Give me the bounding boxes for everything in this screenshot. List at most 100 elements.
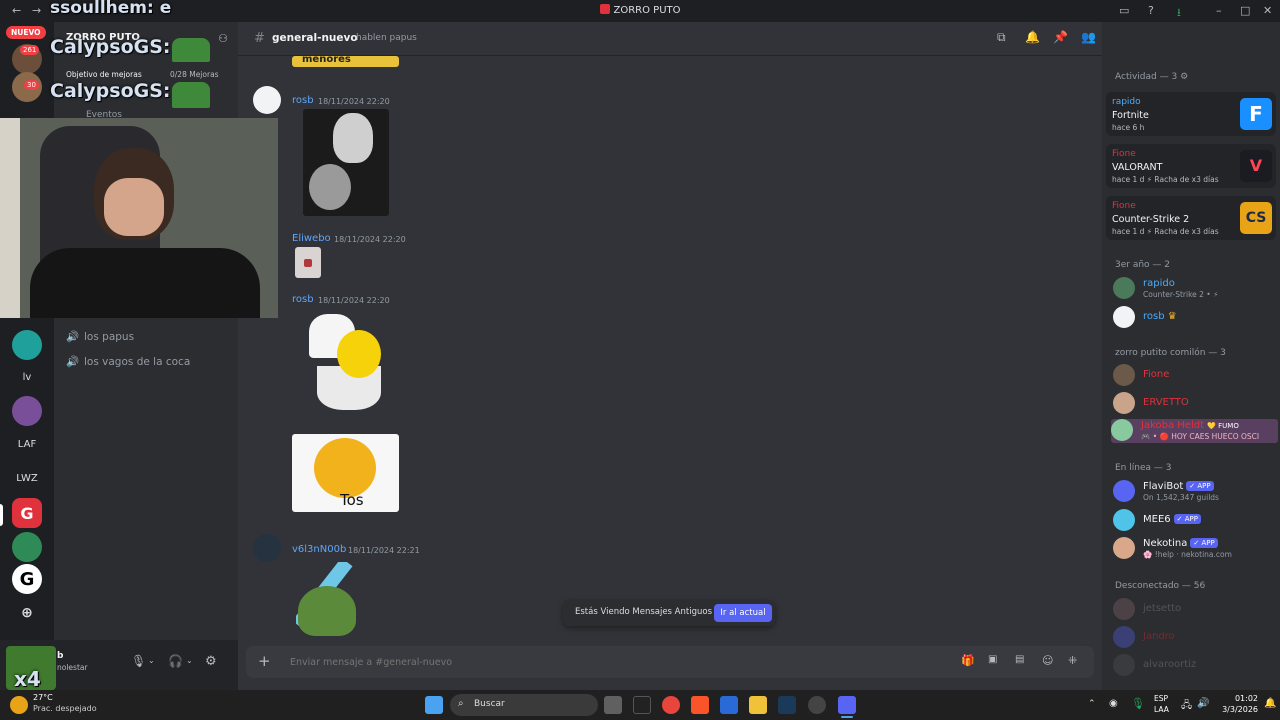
obs-icon[interactable] (808, 696, 826, 714)
attach-plus-icon[interactable]: + (258, 652, 271, 670)
channel-topic[interactable]: hablen papus (356, 33, 417, 43)
member-fione[interactable]: Fione (1113, 364, 1278, 388)
member-offline[interactable]: alvaroortiz (1113, 654, 1278, 678)
sticker-icon[interactable]: ▤ (1015, 654, 1024, 665)
member-nekotina[interactable]: Nekotina ✓ APP 🌸 !help · nekotina.com (1113, 537, 1278, 561)
attachment-pepe-sword[interactable] (296, 562, 396, 642)
language-code[interactable]: ESP (1154, 694, 1168, 703)
epic-games-icon[interactable] (633, 696, 651, 714)
gif-icon[interactable]: ▣ (988, 654, 997, 665)
minimize-icon[interactable]: – (1216, 4, 1222, 17)
role-header-online: En línea — 3 (1115, 463, 1172, 473)
clock-time[interactable]: 01:02 (1222, 694, 1258, 703)
add-member-icon[interactable]: ⚇ (218, 32, 228, 45)
language-layout[interactable]: LAA (1154, 705, 1169, 714)
maximize-icon[interactable]: □ (1240, 4, 1250, 17)
jump-to-present-button[interactable]: Ir al actual (714, 604, 772, 622)
emoji-icon[interactable]: ☺ (1042, 654, 1053, 667)
tray-discord-icon[interactable]: ◉ (1109, 698, 1118, 709)
member-name: jetsetto (1143, 603, 1182, 614)
chevron-down-icon[interactable]: ⌄ (186, 656, 193, 665)
volume-icon[interactable]: 🔊 (1197, 698, 1209, 709)
server-icon-lwz[interactable]: LWZ (12, 463, 42, 493)
activity-card[interactable]: Fione VALORANT hace 1 d ⚡ Racha de x3 dí… (1106, 144, 1276, 188)
gift-icon[interactable]: 🎁 (961, 654, 975, 667)
avatar (1113, 480, 1135, 502)
windows-start-icon[interactable] (425, 696, 443, 714)
message-timestamp: 18/11/2024 22:20 (334, 235, 406, 244)
server-icon-zorro-puto[interactable]: G (12, 498, 42, 528)
member-name: Jandro (1143, 631, 1175, 642)
sticker-toilet-pikachu[interactable] (303, 308, 389, 414)
server-icon-lv[interactable]: lv (12, 362, 42, 392)
message-author[interactable]: rosb (292, 294, 314, 305)
message-avatar[interactable] (253, 86, 281, 114)
pepe-emote-icon (172, 82, 210, 108)
activity-user: rapido (1112, 97, 1141, 107)
message-avatar[interactable] (253, 534, 281, 562)
sticker-emoji-tos[interactable]: Tos (292, 434, 399, 512)
close-icon[interactable]: ✕ (1263, 4, 1272, 17)
valorant-icon: V (1240, 150, 1272, 182)
download-icon[interactable]: ⭳ (1177, 4, 1181, 23)
member-list-icon[interactable]: 👥 (1081, 30, 1096, 44)
member-flavibot[interactable]: FlaviBot ✓ APP On 1,542,347 guilds (1113, 480, 1278, 504)
chrome-icon[interactable] (662, 696, 680, 714)
member-offline[interactable]: Jandro (1113, 626, 1278, 650)
member-rosb[interactable]: rosb ♛ (1113, 306, 1278, 330)
tray-chevron-up-icon[interactable]: ⌃ (1088, 699, 1096, 709)
member-jakoba[interactable]: Jakoba Heldt 💛 FUMO 🎮 • 🔴 HOY CAES HUECO… (1111, 419, 1278, 443)
weather-icon[interactable] (10, 696, 28, 714)
member-name: ERVETTO (1143, 397, 1189, 408)
message-input[interactable] (290, 652, 930, 672)
gear-icon[interactable]: ⚙ (1180, 72, 1188, 82)
fortnite-icon: F (1240, 98, 1272, 130)
settings-gear-icon[interactable]: ⚙ (205, 654, 217, 669)
server-icon-g[interactable]: G (12, 564, 42, 594)
threads-icon[interactable]: ⧉ (997, 30, 1006, 45)
server-icon-green[interactable] (12, 330, 42, 360)
server-icon-laf[interactable]: LAF (12, 429, 42, 459)
file-explorer-icon[interactable] (749, 696, 767, 714)
inbox-icon[interactable]: ▭ (1119, 4, 1129, 17)
attachment-image[interactable] (303, 109, 389, 216)
avatar (1111, 419, 1133, 441)
boost-goal-label[interactable]: Objetivo de mejoras (66, 70, 142, 79)
member-offline[interactable]: jetsetto (1113, 598, 1278, 622)
add-server-icon[interactable]: ⊕ (12, 598, 42, 628)
attachment-image-small[interactable] (295, 247, 321, 278)
chevron-down-icon[interactable]: ⌄ (148, 656, 155, 665)
help-icon[interactable]: ? (1148, 4, 1154, 17)
voice-channel-los-papus[interactable]: 🔊 los papus (66, 330, 134, 343)
network-icon[interactable]: 🖧 (1181, 698, 1192, 715)
member-rapido[interactable]: rapido Counter-Strike 2 • ⚡ (1113, 277, 1278, 301)
server-icon-avatar[interactable] (12, 396, 42, 426)
store-icon[interactable] (720, 696, 738, 714)
notification-bell-icon[interactable]: 🔔 (1025, 30, 1040, 44)
message-author[interactable]: Eliwebo (292, 233, 331, 244)
pin-icon[interactable]: 📌 (1053, 30, 1068, 44)
taskbar-search[interactable]: ⌕ Buscar (450, 694, 598, 716)
voice-channel-los-vagos[interactable]: 🔊 los vagos de la coca (66, 355, 190, 368)
weather-temp[interactable]: 27°C (33, 693, 53, 702)
headphones-icon[interactable]: 🎧 (168, 654, 183, 668)
microphone-icon[interactable]: 🎙 (131, 654, 146, 668)
clock-date[interactable]: 3/3/2026 (1212, 705, 1258, 714)
member-mee6[interactable]: MEE6 ✓ APP (1113, 509, 1278, 533)
server-icon-android[interactable] (12, 532, 42, 562)
message-author[interactable]: rosb (292, 95, 314, 106)
task-view-icon[interactable] (604, 696, 622, 714)
steam-icon[interactable] (778, 696, 796, 714)
weather-desc[interactable]: Prac. despejado (33, 704, 97, 713)
boost-goal-progress: 0/28 Mejoras (170, 70, 219, 79)
activity-card[interactable]: Fione Counter-Strike 2 hace 1 d ⚡ Racha … (1106, 196, 1276, 240)
discord-taskbar-icon[interactable] (838, 696, 856, 714)
tray-mic-icon[interactable]: 🎙 (1131, 697, 1145, 710)
notifications-icon[interactable]: 🔔 (1264, 698, 1276, 709)
attachment-image-top[interactable]: menores (292, 56, 399, 67)
member-ervetto[interactable]: ERVETTO (1113, 392, 1278, 416)
apps-icon[interactable]: ⁜ (1068, 654, 1077, 667)
message-author[interactable]: v6l3nN00b (292, 544, 346, 555)
brave-icon[interactable] (691, 696, 709, 714)
activity-card[interactable]: rapido Fortnite hace 6 h F (1106, 92, 1276, 136)
